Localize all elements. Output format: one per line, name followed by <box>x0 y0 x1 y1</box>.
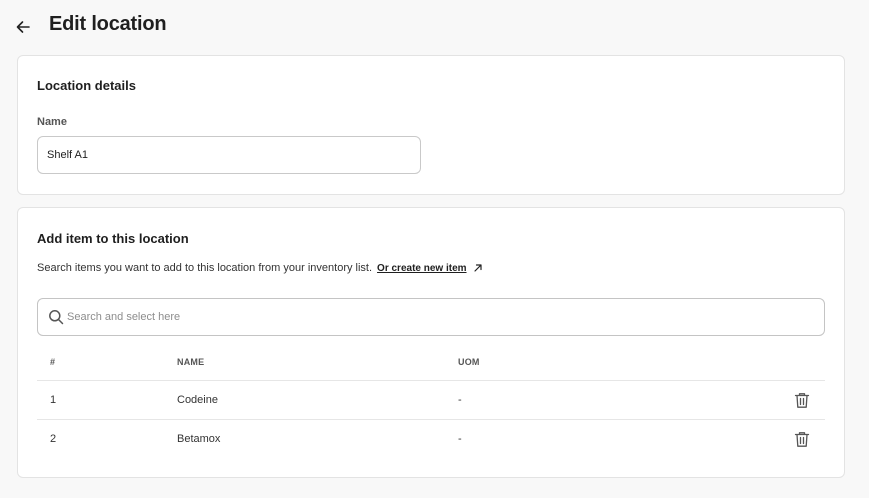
name-label: Name <box>37 116 67 128</box>
arrow-left-icon <box>16 21 30 33</box>
row-uom: - <box>458 433 462 445</box>
page-title: Edit location <box>49 13 167 35</box>
search-icon <box>49 310 64 325</box>
column-header-number: # <box>50 357 56 367</box>
add-item-title: Add item to this location <box>37 231 189 246</box>
add-item-card: Add item to this location Search items y… <box>17 207 845 478</box>
name-input[interactable] <box>37 136 421 174</box>
location-details-title: Location details <box>37 78 136 93</box>
row-name: Codeine <box>177 394 218 406</box>
table-row: 1 Codeine - <box>37 381 825 420</box>
row-name: Betamox <box>177 433 221 445</box>
create-new-item-link[interactable]: Or create new item <box>377 263 466 274</box>
row-number: 2 <box>50 433 57 445</box>
search-input[interactable] <box>67 299 807 335</box>
delete-row-button[interactable] <box>793 430 811 448</box>
row-uom: - <box>458 394 462 406</box>
trash-icon <box>794 392 810 408</box>
column-header-uom: UOM <box>458 357 480 367</box>
search-box[interactable] <box>37 298 825 336</box>
trash-icon <box>794 431 810 447</box>
help-row: Search items you want to add to this loc… <box>37 260 483 276</box>
column-header-name: NAME <box>177 357 205 367</box>
help-text: Search items you want to add to this loc… <box>37 262 373 274</box>
delete-row-button[interactable] <box>793 391 811 409</box>
location-details-card: Location details Name <box>17 55 845 195</box>
table-header: # NAME UOM <box>37 341 825 381</box>
external-link-icon[interactable] <box>473 263 483 273</box>
items-table: # NAME UOM 1 Codeine - 2 Betamox - <box>37 341 825 459</box>
row-number: 1 <box>50 394 57 406</box>
table-row: 2 Betamox - <box>37 420 825 459</box>
back-button[interactable] <box>13 17 33 37</box>
page-header: Edit location <box>0 0 869 52</box>
